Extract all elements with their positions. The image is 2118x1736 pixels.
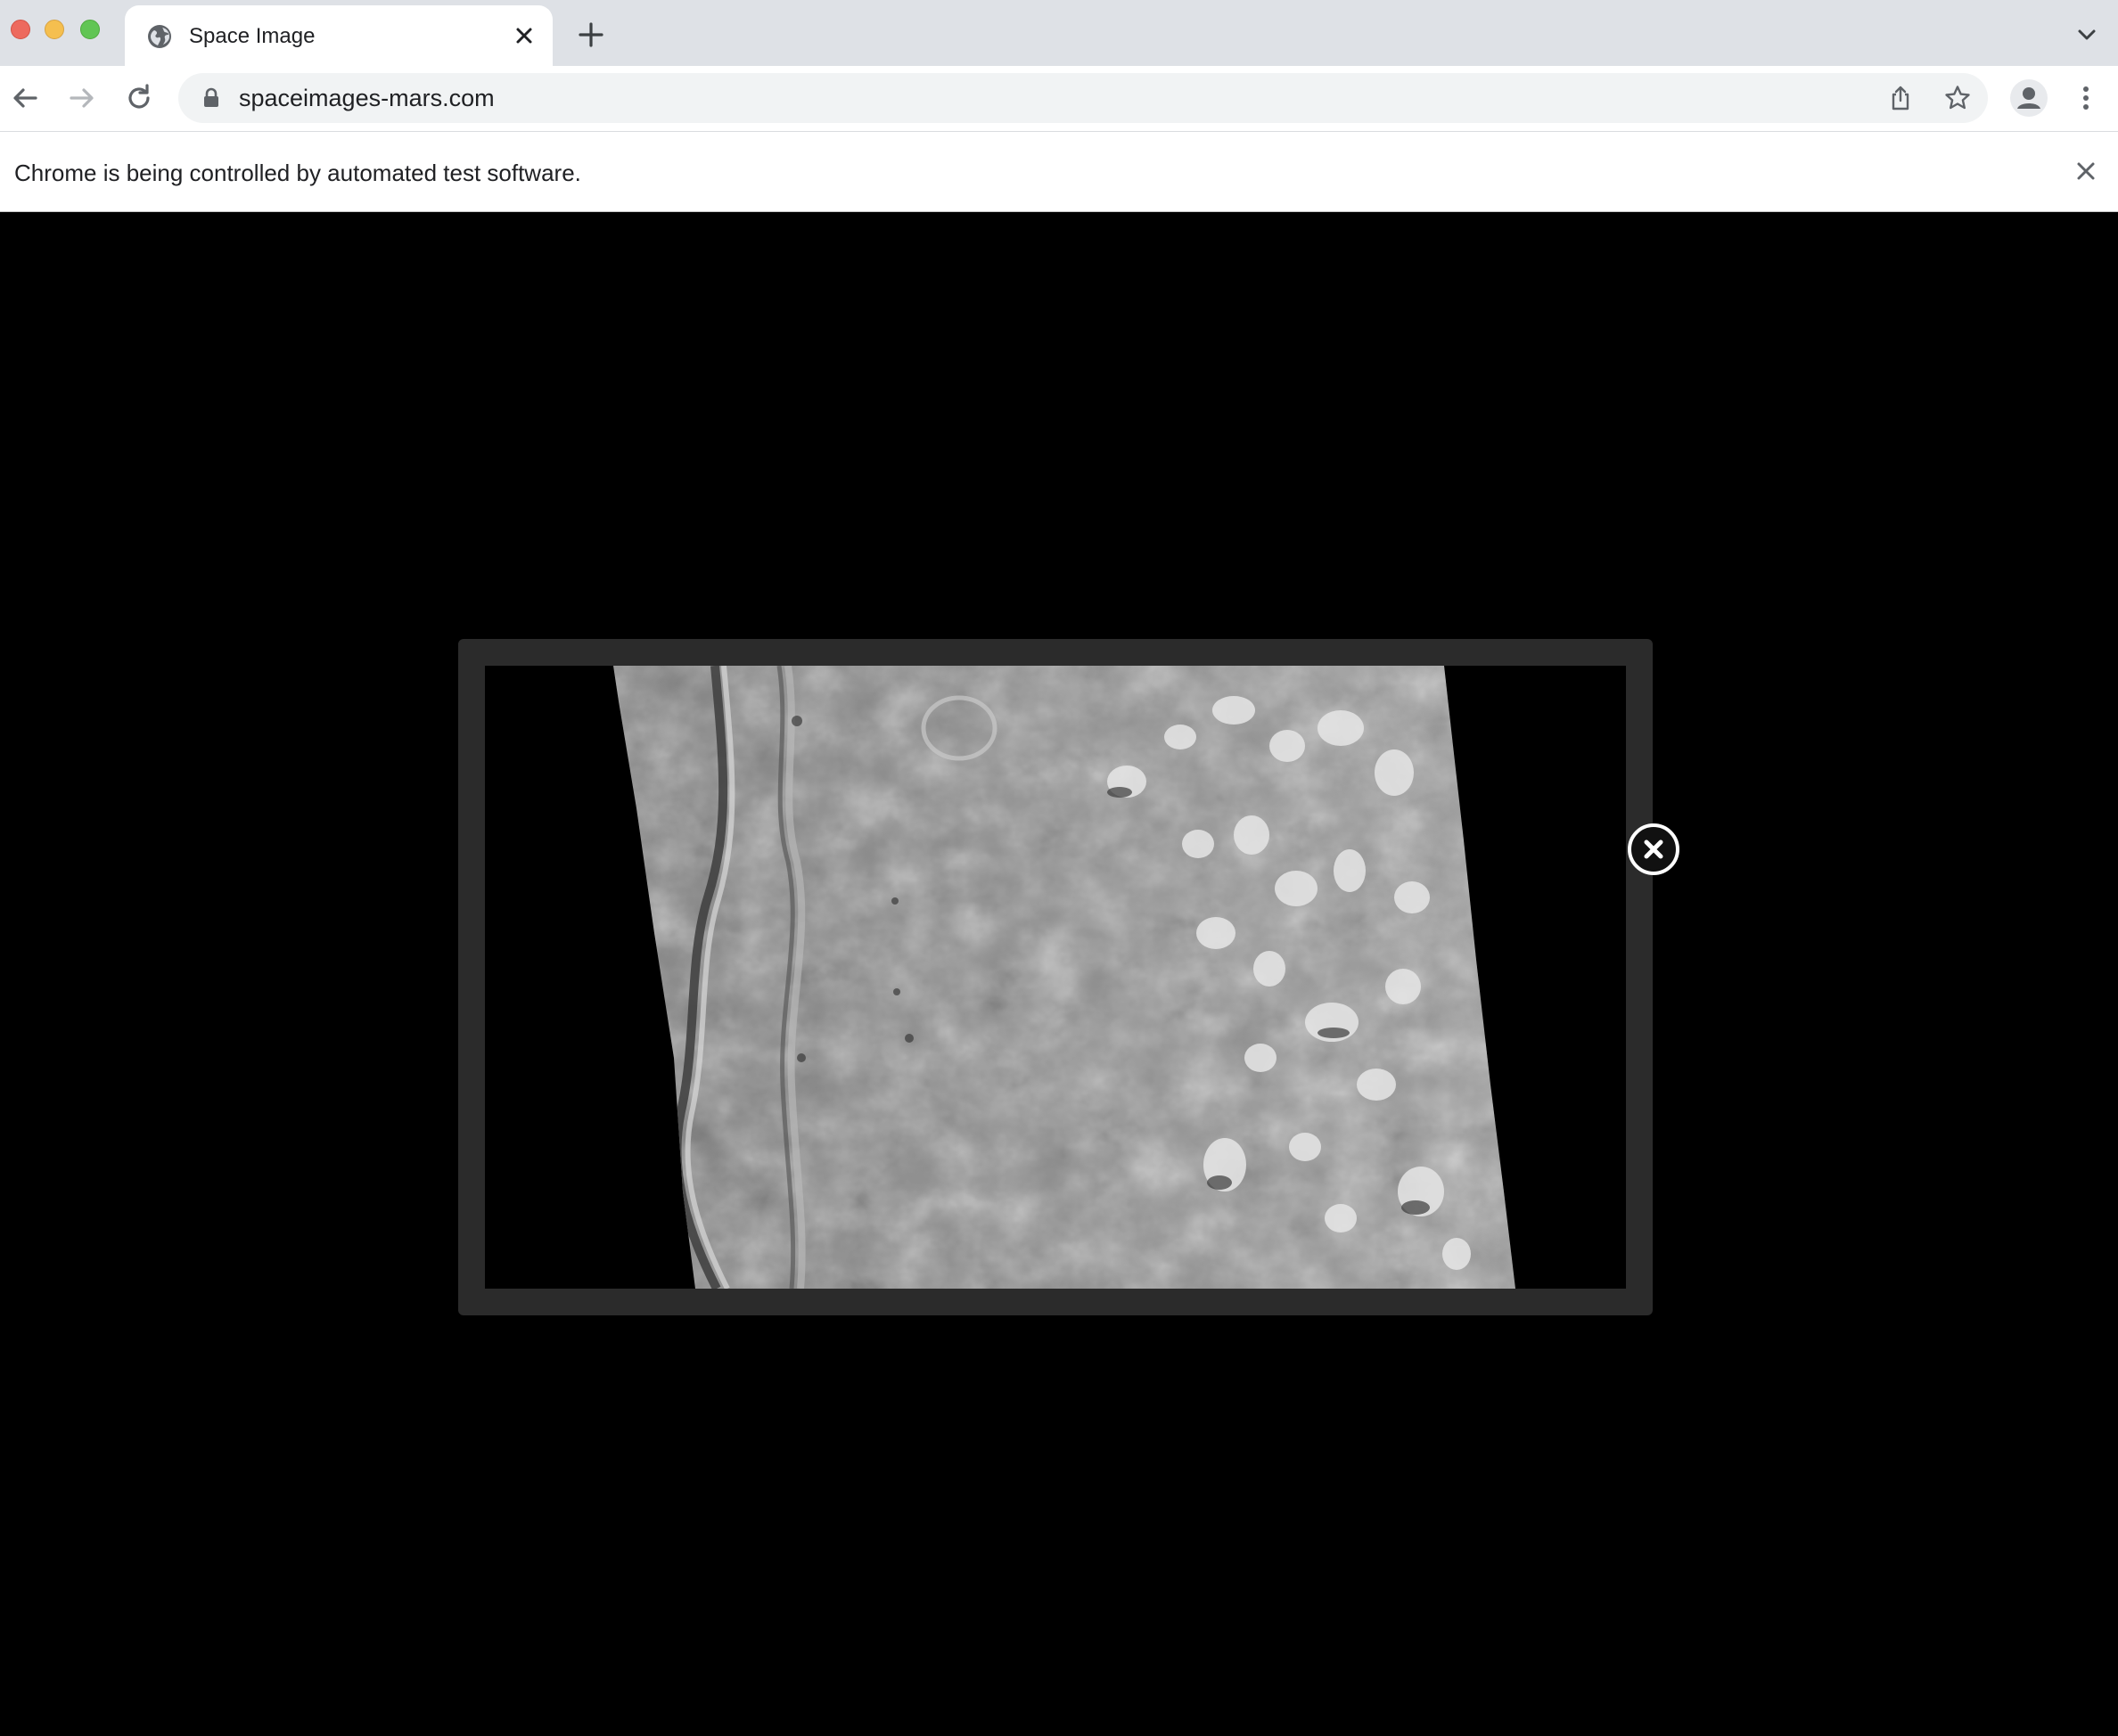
infobar-close-icon[interactable] — [2072, 157, 2100, 185]
image-frame — [485, 666, 1626, 1289]
address-bar[interactable]: spaceimages-mars.com — [178, 73, 1988, 123]
window-minimize-button[interactable] — [45, 20, 64, 39]
automation-infobar: Chrome is being controlled by automated … — [0, 132, 2118, 212]
forward-arrow-icon[interactable] — [64, 80, 100, 116]
back-arrow-icon[interactable] — [7, 80, 43, 116]
kebab-menu-icon[interactable] — [2068, 80, 2104, 116]
window-maximize-button[interactable] — [80, 20, 100, 39]
browser-toolbar: spaceimages-mars.com — [0, 66, 2118, 132]
chevron-down-icon[interactable] — [2075, 23, 2098, 46]
new-tab-plus-icon[interactable] — [576, 20, 606, 50]
globe-icon — [148, 25, 171, 48]
page-content — [0, 212, 2118, 1736]
share-icon[interactable] — [1886, 84, 1915, 112]
tab-close-icon[interactable] — [510, 21, 538, 50]
tab-title: Space Image — [189, 24, 316, 48]
close-icon[interactable] — [1628, 823, 1679, 875]
profile-icon[interactable] — [2009, 78, 2048, 118]
reload-icon[interactable] — [121, 80, 157, 116]
browser-tab[interactable]: Space Image — [125, 5, 553, 66]
infobar-message: Chrome is being controlled by automated … — [14, 160, 581, 186]
window-close-button[interactable] — [11, 20, 30, 39]
mars-surface-image — [485, 666, 1626, 1289]
star-icon[interactable] — [1943, 84, 1972, 112]
image-lightbox — [458, 639, 1653, 1315]
tab-strip: Space Image — [0, 0, 2118, 66]
lock-icon[interactable] — [201, 87, 221, 109]
url-text[interactable]: spaceimages-mars.com — [239, 84, 495, 112]
